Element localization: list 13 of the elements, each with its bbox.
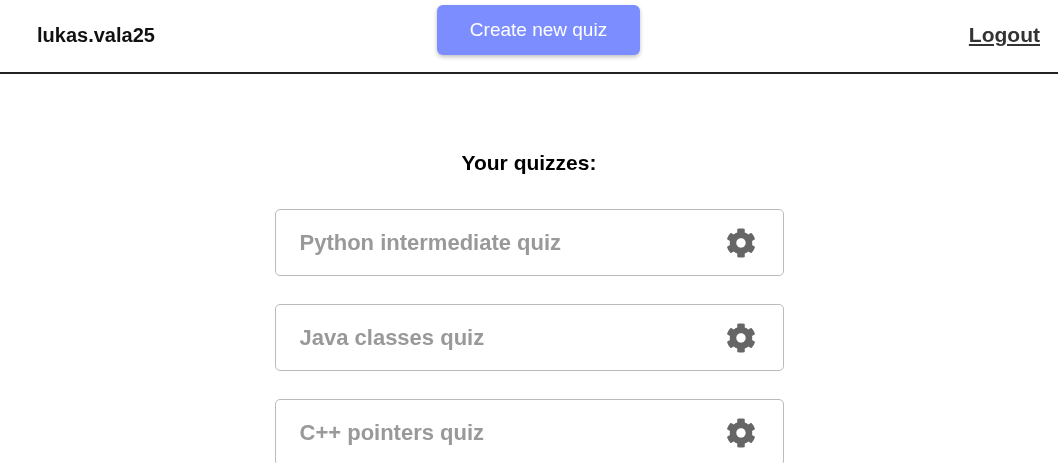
quiz-title: Python intermediate quiz [299, 229, 562, 256]
quiz-card[interactable]: Python intermediate quiz [274, 209, 784, 276]
logout-link[interactable]: Logout [968, 23, 1040, 47]
quiz-title: C++ pointers quiz [299, 419, 485, 446]
username: lukas.vala25 [37, 23, 155, 47]
create-quiz-button[interactable]: Create new quiz [437, 4, 640, 55]
settings-icon[interactable] [725, 417, 756, 448]
section-heading: Your quizzes: [461, 151, 597, 175]
settings-icon[interactable] [725, 227, 756, 258]
quiz-card[interactable]: Java classes quiz [274, 304, 784, 371]
quiz-title: Java classes quiz [299, 324, 485, 351]
settings-icon[interactable] [725, 322, 756, 353]
quiz-card[interactable]: C++ pointers quiz [274, 399, 784, 463]
